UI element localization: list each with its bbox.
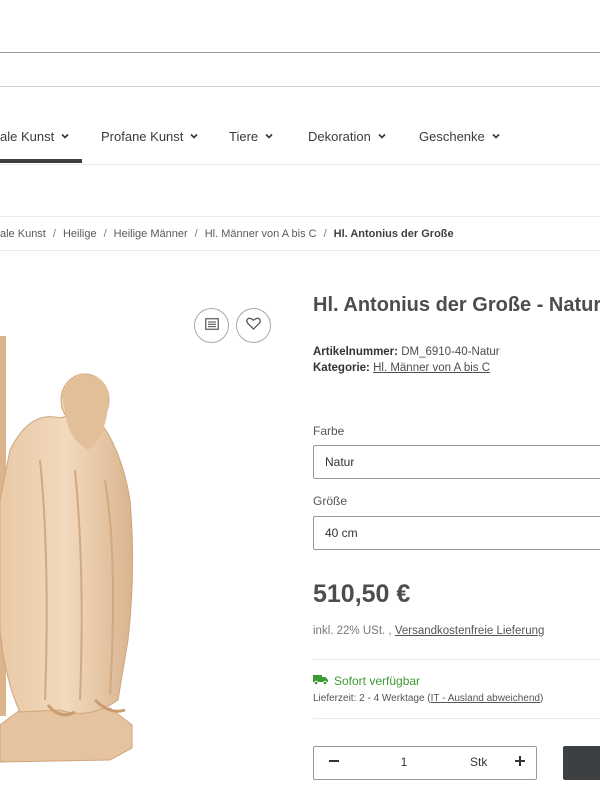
nav-item-sakrale-kunst[interactable]: ale Kunst [0, 108, 70, 164]
category-label: Kategorie: [313, 362, 370, 374]
breadcrumb-item[interactable]: Hl. Männer von A bis C [205, 228, 317, 240]
main-navigation: ale Kunst Profane Kunst Tiere Dekoration… [0, 108, 600, 168]
product-price: 510,50 € [313, 580, 411, 608]
nav-item-label: ale Kunst [0, 128, 55, 144]
product-sku: Artikelnummer: DM_6910-40-Natur [313, 346, 500, 358]
tax-text: inkl. 22% USt. , [313, 625, 395, 637]
breadcrumb-item[interactable]: ale Kunst [0, 228, 46, 240]
delivery-prefix: Lieferzeit: 2 - 4 Werktage ( [313, 693, 431, 704]
add-to-cart-button[interactable] [563, 746, 600, 780]
divider [313, 659, 600, 660]
breadcrumb-top-divider [0, 216, 600, 217]
nav-item-geschenke[interactable]: Geschenke [419, 108, 501, 164]
wishlist-button[interactable] [236, 308, 271, 343]
quantity-input[interactable]: 1 [384, 755, 424, 769]
shipping-link[interactable]: Versandkostenfreie Lieferung [395, 625, 545, 637]
nav-item-label: Geschenke [419, 128, 485, 144]
nav-item-label: Profane Kunst [101, 128, 184, 144]
availability-text: Sofort verfügbar [334, 674, 421, 688]
sku-value: DM_6910-40-Natur [401, 346, 500, 358]
search-bar-edge [0, 86, 600, 87]
breadcrumb-item[interactable]: Heilige [63, 228, 97, 240]
nav-item-label: Dekoration [308, 128, 371, 144]
size-label: Größe [313, 494, 348, 508]
quantity-decrease-button[interactable] [322, 751, 346, 775]
heart-icon [246, 317, 261, 335]
delivery-suffix: ) [540, 693, 544, 704]
color-label: Farbe [313, 424, 345, 438]
header-top-divider [0, 52, 600, 53]
breadcrumb-separator: / [323, 228, 327, 240]
tax-info: inkl. 22% USt. , Versandkostenfreie Lief… [313, 625, 544, 637]
category-link[interactable]: Hl. Männer von A bis C [373, 362, 490, 374]
breadcrumb: ale Kunst / Heilige / Heilige Männer / H… [0, 226, 454, 242]
nav-item-dekoration[interactable]: Dekoration [308, 108, 387, 164]
truck-icon [313, 674, 328, 688]
color-select-value: Natur [325, 455, 355, 469]
breadcrumb-separator: / [52, 228, 56, 240]
size-select-value: 40 cm [325, 526, 358, 540]
breadcrumb-separator: / [194, 228, 198, 240]
sku-label: Artikelnummer: [313, 346, 398, 358]
nav-item-profane-kunst[interactable]: Profane Kunst [101, 108, 199, 164]
quantity-unit: Stk [470, 755, 488, 769]
divider [313, 718, 600, 719]
nav-item-label: Tiere [229, 128, 259, 144]
minus-icon [328, 754, 340, 772]
chevron-down-icon [491, 131, 501, 141]
chevron-down-icon [377, 131, 387, 141]
product-category: Kategorie: Hl. Männer von A bis C [313, 362, 490, 374]
breadcrumb-current: Hl. Antonius der Große [333, 228, 454, 240]
delivery-time: Lieferzeit: 2 - 4 Werktage (IT - Ausland… [313, 693, 543, 704]
breadcrumb-item[interactable]: Heilige Männer [114, 228, 188, 240]
delivery-abroad-link[interactable]: IT - Ausland abweichend [431, 693, 540, 704]
nav-item-tiere[interactable]: Tiere [229, 108, 274, 164]
color-select[interactable]: Natur [313, 445, 600, 479]
product-title: Hl. Antonius der Große - Natur [313, 294, 600, 316]
chevron-down-icon [60, 131, 70, 141]
breadcrumb-separator: / [103, 228, 107, 240]
nav-active-indicator [0, 159, 82, 163]
quantity-increase-button[interactable] [508, 751, 532, 775]
chevron-down-icon [189, 131, 199, 141]
breadcrumb-bottom-divider [0, 250, 600, 251]
size-select[interactable]: 40 cm [313, 516, 600, 550]
plus-icon [514, 754, 526, 772]
compare-button[interactable] [194, 308, 229, 343]
compare-list-icon [204, 317, 219, 335]
nav-divider [0, 164, 600, 165]
availability-status: Sofort verfügbar [313, 674, 420, 688]
quantity-stepper: 1 Stk [313, 746, 537, 780]
chevron-down-icon [264, 131, 274, 141]
product-image[interactable] [0, 300, 160, 770]
